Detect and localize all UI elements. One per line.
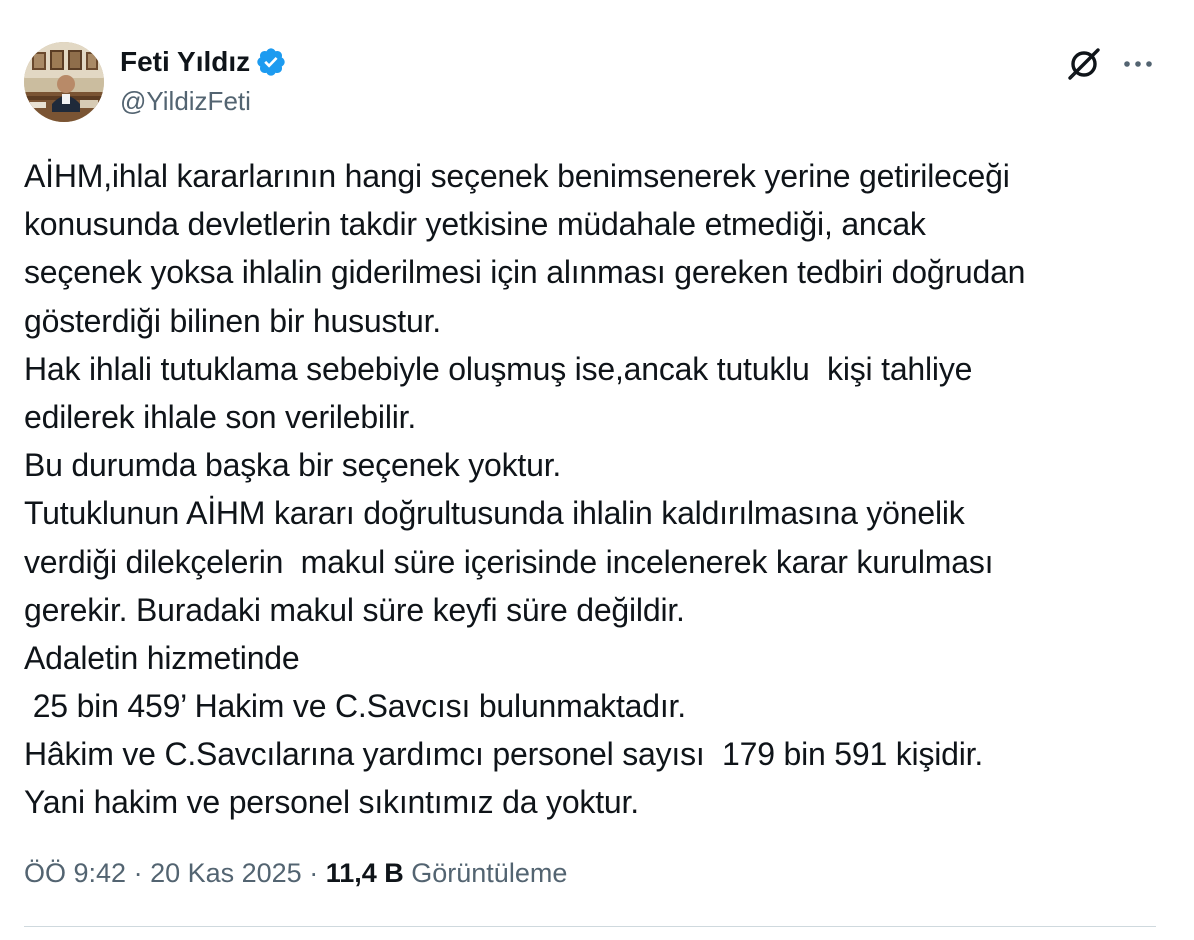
tweet-time: ÖÖ 9:42 (24, 858, 127, 888)
tweet-text-line: seçenek yoksa ihlalin giderilmesi için a… (24, 254, 1026, 291)
tweet-text-line: Tutuklunun AİHM kararı doğrultusunda ihl… (24, 495, 965, 532)
tweet-date: 20 Kas 2025 (150, 858, 302, 888)
tweet-text-line: konusunda devletlerin takdir yetkisine m… (24, 206, 926, 243)
tweet-text-line: Hak ihlali tutuklama sebebiyle oluşmuş i… (24, 350, 973, 387)
tweet-detail: Feti Yıldız @YildizFeti AİHM,ihlal karar… (0, 0, 1194, 940)
more-options-icon[interactable] (1118, 44, 1158, 84)
divider (24, 926, 1156, 927)
tweet-text-line: gerekir. Buradaki makul süre keyfi süre … (24, 591, 685, 628)
avatar[interactable] (24, 42, 104, 122)
tweet-text-line: 25 bin 459’ Hakim ve C.Savcısı bulunmakt… (24, 688, 686, 725)
tweet-text-line: gösterdiği bilinen bir husustur. (24, 302, 441, 339)
tweet-text: AİHM,ihlal kararlarının hangi seçenek be… (24, 152, 1174, 827)
tweet-text-line: edilerek ihlale son verilebilir. (24, 398, 417, 435)
grok-icon[interactable] (1064, 44, 1104, 84)
avatar-photo (24, 42, 104, 122)
tweet-text-line: verdiği dilekçelerin makul süre içerisin… (24, 543, 994, 580)
tweet-text-line: Hâkim ve C.Savcılarına yardımcı personel… (24, 736, 984, 773)
author-handle[interactable]: @YildizFeti (120, 84, 251, 118)
tweet-timestamp[interactable]: ÖÖ 9:42 · 20 Kas 2025 (24, 858, 302, 888)
tweet-meta: ÖÖ 9:42 · 20 Kas 2025 · 11,4 B Görüntüle… (24, 854, 567, 892)
author-name-row: Feti Yıldız (120, 44, 287, 80)
tweet-text-line: Adaletin hizmetinde (24, 639, 300, 676)
tweet-text-line: Yani hakim ve personel sıkıntımız da yok… (24, 784, 639, 821)
views-link[interactable]: 11,4 B Görüntüleme (326, 858, 568, 888)
verified-badge-icon[interactable] (255, 46, 287, 78)
meta-separator: · (301, 858, 326, 888)
views-count: 11,4 B (325, 858, 404, 888)
author-display-name[interactable]: Feti Yıldız (120, 44, 250, 80)
views-label: Görüntüleme (411, 858, 568, 888)
meta-separator: · (126, 858, 151, 888)
tweet-text-line: AİHM,ihlal kararlarının hangi seçenek be… (24, 158, 1010, 194)
tweet-text-line: Bu durumda başka bir seçenek yoktur. (24, 447, 562, 484)
